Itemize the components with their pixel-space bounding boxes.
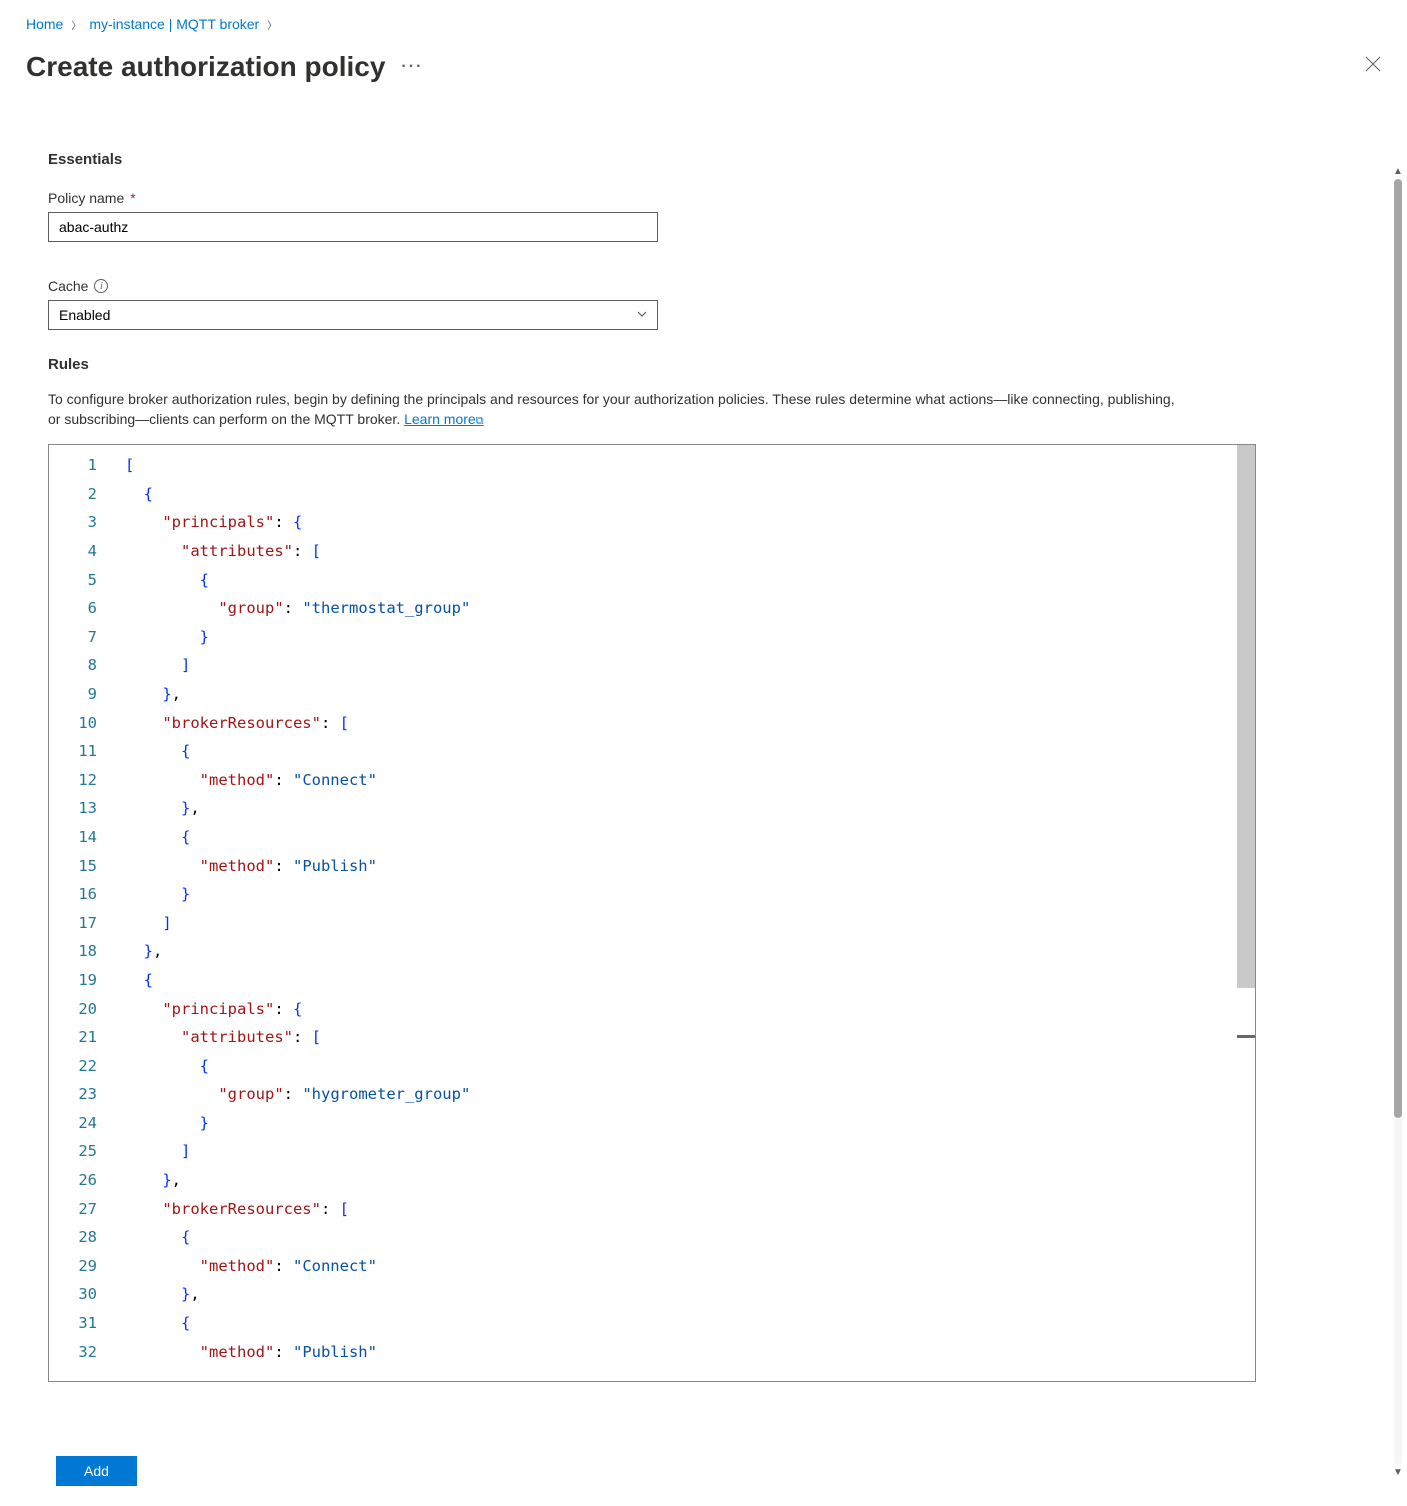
chevron-right-icon: 〉	[71, 17, 81, 32]
breadcrumb-instance[interactable]: my-instance | MQTT broker	[89, 16, 259, 32]
add-button[interactable]: Add	[56, 1456, 137, 1486]
cache-select[interactable]: Enabled	[48, 300, 658, 330]
page-title: Create authorization policy ···	[26, 51, 423, 83]
external-link-icon: ⧉	[476, 415, 484, 427]
panel-scrollbar[interactable]: ▲ ▼	[1391, 166, 1405, 1478]
scroll-down-icon[interactable]: ▼	[1393, 1467, 1403, 1478]
learn-more-link[interactable]: Learn more⧉	[404, 411, 483, 427]
page-title-text: Create authorization policy	[26, 51, 385, 83]
rules-description: To configure broker authorization rules,…	[48, 389, 1178, 430]
cache-label: Cache i	[48, 278, 1359, 294]
chevron-right-icon: 〉	[267, 17, 277, 32]
more-actions-button[interactable]: ···	[401, 58, 423, 76]
editor-code-area[interactable]: [ { "principals": { "attributes": [ { "g…	[121, 445, 1255, 1381]
breadcrumb-home[interactable]: Home	[26, 16, 63, 32]
breadcrumb: Home 〉 my-instance | MQTT broker 〉	[26, 16, 1381, 50]
essentials-heading: Essentials	[48, 151, 1359, 168]
info-icon[interactable]: i	[94, 279, 108, 293]
close-button[interactable]	[1359, 50, 1387, 83]
policy-name-label: Policy name *	[48, 190, 1359, 206]
policy-name-input[interactable]	[48, 212, 658, 242]
scroll-up-icon[interactable]: ▲	[1393, 166, 1403, 177]
editor-scrollbar[interactable]	[1237, 445, 1255, 1381]
required-icon: *	[130, 190, 135, 206]
close-icon	[1365, 56, 1381, 72]
editor-line-gutter: 1234567891011121314151617181920212223242…	[49, 445, 121, 1381]
rules-heading: Rules	[48, 356, 1359, 373]
rules-json-editor[interactable]: 1234567891011121314151617181920212223242…	[48, 444, 1256, 1382]
